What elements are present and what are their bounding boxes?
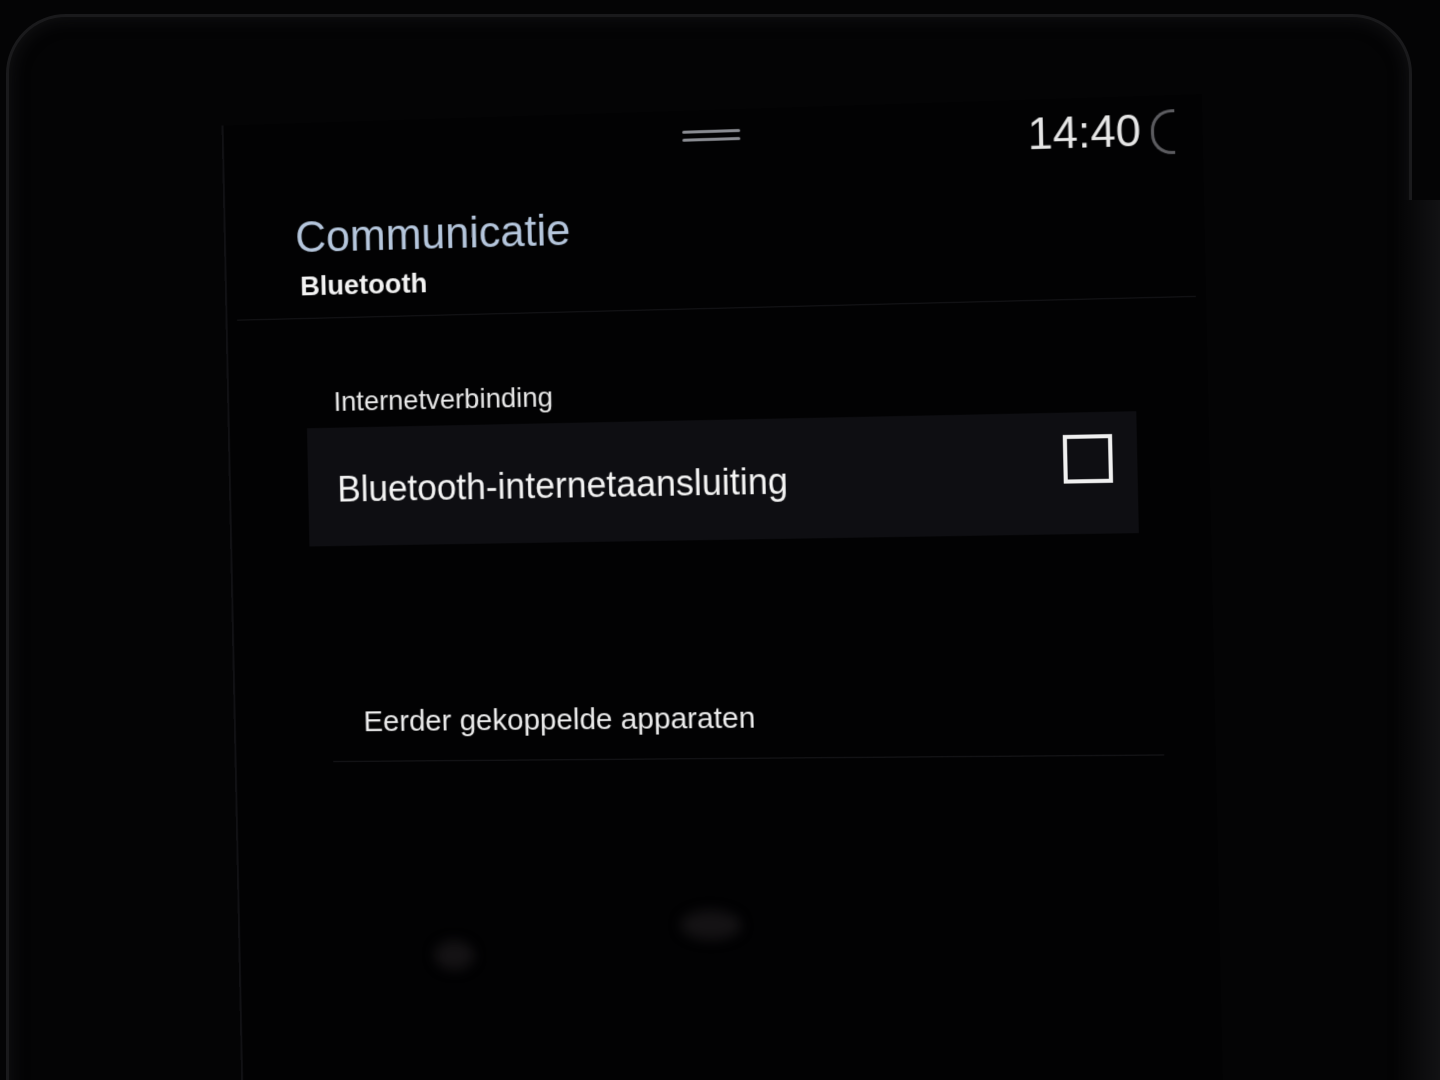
section-label-paired-devices[interactable]: Eerder gekoppelde apparaten [363,702,756,739]
car-display-photo: 14:40 Communicatie Bluetooth Internetver… [0,0,1440,1080]
infotainment-screen: 14:40 Communicatie Bluetooth Internetver… [221,94,1224,1080]
user-icon[interactable] [1150,109,1176,155]
bluetooth-internet-label: Bluetooth-internetaansluiting [336,460,789,510]
checkbox-unchecked-icon[interactable] [1062,434,1114,484]
bluetooth-internet-row[interactable]: Bluetooth-internetaansluiting [307,411,1139,547]
status-clock: 14:40 [1027,106,1142,160]
drag-handle-icon[interactable] [682,128,741,143]
screen-reflection [434,940,475,971]
section-label-internet: Internetverbinding [333,381,554,417]
paired-divider [333,754,1165,763]
screen-reflection [680,910,742,941]
bezel-right-edge [1400,200,1440,1080]
page-title: Communicatie [294,205,571,263]
page-subtitle: Bluetooth [299,267,428,302]
